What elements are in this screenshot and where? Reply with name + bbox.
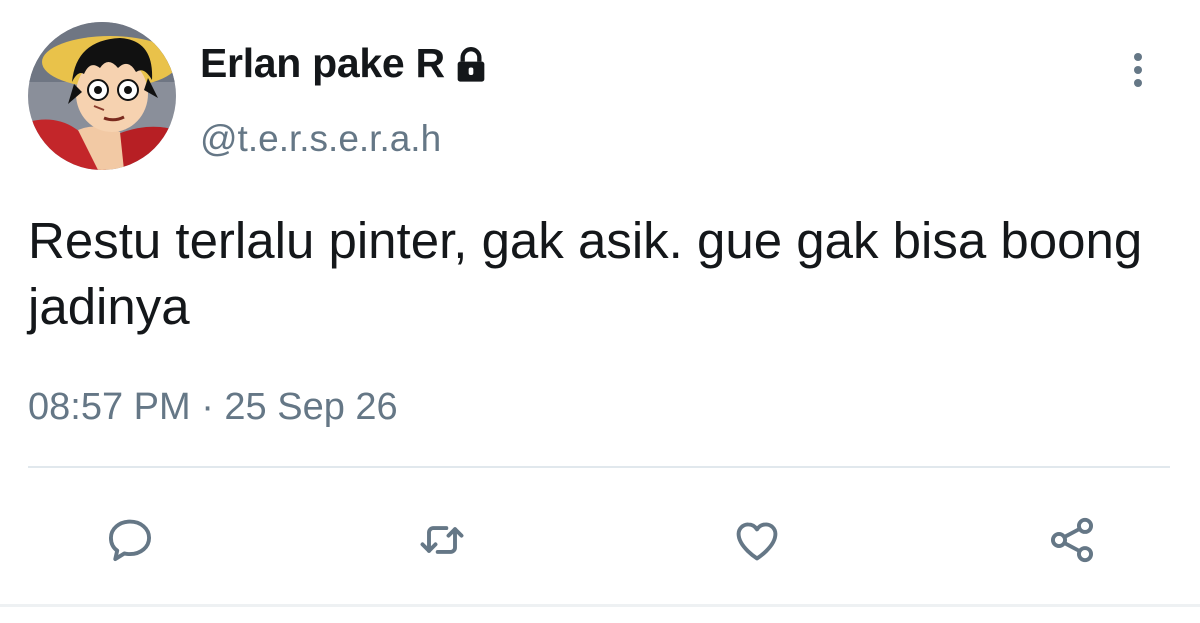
display-name-text: Erlan pake R	[200, 40, 445, 86]
more-vertical-icon	[1134, 53, 1142, 87]
bottom-divider	[0, 604, 1200, 607]
divider	[28, 466, 1170, 468]
like-button[interactable]	[727, 510, 787, 570]
share-button[interactable]	[1042, 510, 1102, 570]
share-icon	[1050, 517, 1094, 563]
avatar[interactable]	[28, 22, 176, 170]
retweet-icon	[420, 526, 464, 554]
tweet-text: Restu terlalu pinter, gak asik. gue gak …	[28, 212, 1143, 335]
more-options-button[interactable]	[1118, 48, 1158, 92]
cartoon-character-avatar	[28, 22, 176, 170]
user-handle[interactable]: @t.e.r.s.e.r.a.h	[200, 118, 441, 160]
retweet-button[interactable]	[412, 510, 472, 570]
tweet-timestamp[interactable]: 08:57 PM · 25 Sep 26	[28, 386, 398, 429]
display-name[interactable]: Erlan pake R	[200, 40, 491, 87]
heart-icon	[736, 522, 778, 561]
reply-button[interactable]	[100, 510, 160, 570]
reply-icon	[108, 519, 152, 562]
lock-icon	[451, 45, 491, 85]
